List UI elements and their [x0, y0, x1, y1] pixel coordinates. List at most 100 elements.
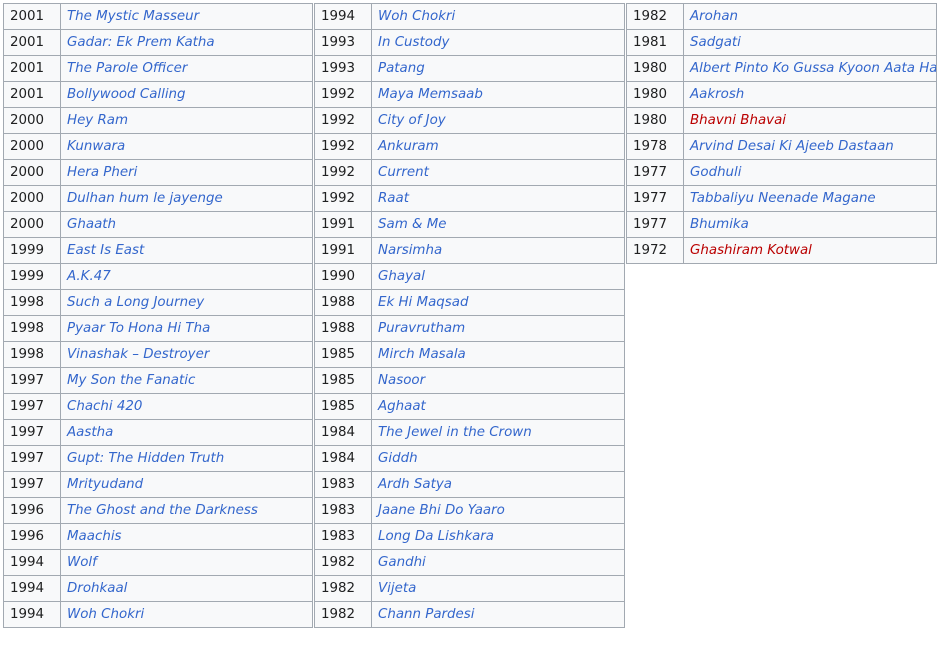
year-cell: 1980: [626, 81, 684, 108]
film-title-link[interactable]: Kunwara: [60, 133, 313, 160]
film-title-link[interactable]: Chachi 420: [60, 393, 313, 420]
table-row: 1982 Chann Pardesi: [314, 601, 625, 628]
year-cell: 1988: [314, 315, 372, 342]
film-title-link[interactable]: Mirch Masala: [371, 341, 625, 368]
film-title-link[interactable]: In Custody: [371, 29, 625, 56]
table-row: 1996 Maachis: [3, 523, 313, 550]
year-cell: 1992: [314, 185, 372, 212]
film-title-link[interactable]: Gadar: Ek Prem Katha: [60, 29, 313, 56]
year-cell: 1983: [314, 497, 372, 524]
film-title-link[interactable]: Gupt: The Hidden Truth: [60, 445, 313, 472]
film-title-link[interactable]: My Son the Fanatic: [60, 367, 313, 394]
film-title-link[interactable]: Current: [371, 159, 625, 186]
film-title-link[interactable]: A.K.47: [60, 263, 313, 290]
year-cell: 1982: [626, 3, 684, 30]
table-row: 1994 Woh Chokri: [314, 3, 625, 30]
film-title-link[interactable]: Ghaath: [60, 211, 313, 238]
film-title-link[interactable]: The Jewel in the Crown: [371, 419, 625, 446]
year-cell: 1998: [3, 289, 61, 316]
film-title-link[interactable]: Woh Chokri: [60, 601, 313, 628]
year-cell: 1997: [3, 393, 61, 420]
year-cell: 1992: [314, 159, 372, 186]
year-cell: 1985: [314, 393, 372, 420]
year-cell: 1992: [314, 81, 372, 108]
film-title-link[interactable]: Drohkaal: [60, 575, 313, 602]
film-title-link[interactable]: Puravrutham: [371, 315, 625, 342]
film-title-link[interactable]: Godhuli: [683, 159, 937, 186]
film-title-link[interactable]: The Parole Officer: [60, 55, 313, 82]
table-row: 1998 Pyaar To Hona Hi Tha: [3, 315, 313, 342]
film-title-link[interactable]: East Is East: [60, 237, 313, 264]
film-title-link[interactable]: Dulhan hum le jayenge: [60, 185, 313, 212]
film-title-link[interactable]: Sadgati: [683, 29, 937, 56]
table-row: 1992 Maya Memsaab: [314, 81, 625, 108]
film-title-link[interactable]: Maya Memsaab: [371, 81, 625, 108]
film-title-link[interactable]: Chann Pardesi: [371, 601, 625, 628]
film-title-link[interactable]: Raat: [371, 185, 625, 212]
film-title-link[interactable]: Tabbaliyu Neenade Magane: [683, 185, 937, 212]
film-title-link[interactable]: Aakrosh: [683, 81, 937, 108]
film-title-link[interactable]: Vinashak – Destroyer: [60, 341, 313, 368]
year-cell: 1991: [314, 237, 372, 264]
film-title-link[interactable]: Bhavni Bhavai: [683, 107, 937, 134]
film-title-link[interactable]: Nasoor: [371, 367, 625, 394]
table-row: 1983 Jaane Bhi Do Yaaro: [314, 497, 625, 524]
film-title-link[interactable]: Jaane Bhi Do Yaaro: [371, 497, 625, 524]
film-title-link[interactable]: Such a Long Journey: [60, 289, 313, 316]
film-title-link[interactable]: Ghayal: [371, 263, 625, 290]
table-row: 1977 Godhuli: [626, 159, 937, 186]
year-cell: 1994: [314, 3, 372, 30]
filmography-table-1: 2001 The Mystic Masseur 2001 Gadar: Ek Prem…: [3, 3, 313, 628]
film-title-link[interactable]: The Mystic Masseur: [60, 3, 313, 30]
table-row: 1985 Mirch Masala: [314, 341, 625, 368]
table-row: 1982 Arohan: [626, 3, 937, 30]
year-cell: 1993: [314, 55, 372, 82]
year-cell: 1994: [3, 601, 61, 628]
film-title-link[interactable]: Aastha: [60, 419, 313, 446]
table-row: 2001 Bollywood Calling: [3, 81, 313, 108]
film-title-link[interactable]: City of Joy: [371, 107, 625, 134]
film-title-link[interactable]: Bhumika: [683, 211, 937, 238]
year-cell: 2001: [3, 55, 61, 82]
filmography-table-2: 1994 Woh Chokri 1993 In Custody 1993 Patang 19…: [314, 3, 625, 628]
film-title-link[interactable]: Bollywood Calling: [60, 81, 313, 108]
table-row: 2000 Ghaath: [3, 211, 313, 238]
film-title-link[interactable]: Wolf: [60, 549, 313, 576]
film-title-link[interactable]: Woh Chokri: [371, 3, 625, 30]
film-title-link[interactable]: Sam & Me: [371, 211, 625, 238]
film-title-link[interactable]: Gandhi: [371, 549, 625, 576]
table-row: 1999 A.K.47: [3, 263, 313, 290]
film-title-link[interactable]: Patang: [371, 55, 625, 82]
film-title-link[interactable]: Long Da Lishkara: [371, 523, 625, 550]
film-title-link[interactable]: Hey Ram: [60, 107, 313, 134]
year-cell: 1985: [314, 367, 372, 394]
year-cell: 2000: [3, 107, 61, 134]
film-title-link[interactable]: The Ghost and the Darkness: [60, 497, 313, 524]
table-row: 1981 Sadgati: [626, 29, 937, 56]
table-row: 1993 Patang: [314, 55, 625, 82]
film-title-link[interactable]: Mrityudand: [60, 471, 313, 498]
film-title-link[interactable]: Aghaat: [371, 393, 625, 420]
year-cell: 1999: [3, 237, 61, 264]
year-cell: 1992: [314, 133, 372, 160]
film-title-link[interactable]: Ek Hi Maqsad: [371, 289, 625, 316]
table-row: 1980 Bhavni Bhavai: [626, 107, 937, 134]
film-title-link[interactable]: Ankuram: [371, 133, 625, 160]
year-cell: 1983: [314, 471, 372, 498]
film-title-link[interactable]: Hera Pheri: [60, 159, 313, 186]
film-title-link[interactable]: Ghashiram Kotwal: [683, 237, 937, 264]
film-title-link[interactable]: Arohan: [683, 3, 937, 30]
film-title-link[interactable]: Maachis: [60, 523, 313, 550]
film-title-link[interactable]: Giddh: [371, 445, 625, 472]
film-title-link[interactable]: Vijeta: [371, 575, 625, 602]
table-row: 1998 Vinashak – Destroyer: [3, 341, 313, 368]
table-row: 1984 Giddh: [314, 445, 625, 472]
table-row: 1991 Narsimha: [314, 237, 625, 264]
film-title-link[interactable]: Ardh Satya: [371, 471, 625, 498]
film-title-link[interactable]: Narsimha: [371, 237, 625, 264]
film-title-link[interactable]: Arvind Desai Ki Ajeeb Dastaan: [683, 133, 937, 160]
year-cell: 1978: [626, 133, 684, 160]
film-title-link[interactable]: Albert Pinto Ko Gussa Kyoon Aata Hai: [683, 55, 937, 82]
year-cell: 2001: [3, 3, 61, 30]
film-title-link[interactable]: Pyaar To Hona Hi Tha: [60, 315, 313, 342]
